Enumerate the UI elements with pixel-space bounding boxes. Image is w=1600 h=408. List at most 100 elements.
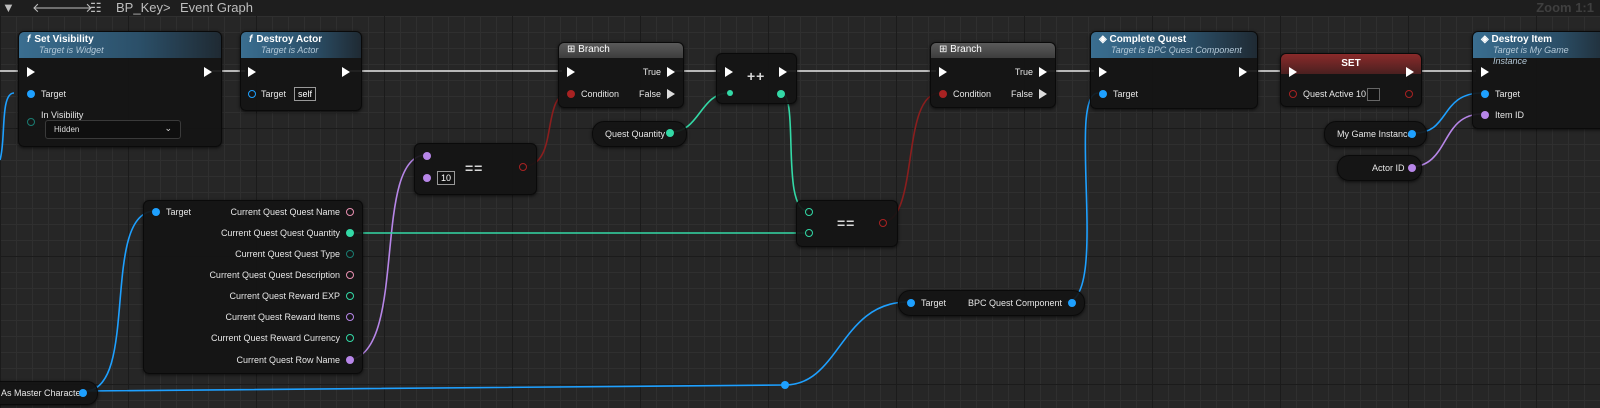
literal-field[interactable]: 10 — [437, 171, 456, 185]
destroy-item-node[interactable]: ◈ Destroy Item Target is My Game Instanc… — [1472, 31, 1600, 129]
branch-header: ⊞ Branch — [931, 43, 1055, 58]
target-pin[interactable] — [1099, 90, 1107, 98]
increment-to-equals-wire — [780, 92, 809, 212]
output-pin[interactable] — [346, 208, 354, 216]
menu-icon[interactable]: ▼ — [2, 0, 15, 15]
bpc-quest-component-getter[interactable]: Target BPC Quest Component — [898, 290, 1085, 316]
quest-active-in-pin[interactable] — [1289, 90, 1297, 98]
condition-pin[interactable] — [567, 90, 575, 98]
false-pin[interactable] — [667, 89, 675, 99]
in-visibility-pin[interactable] — [27, 118, 35, 126]
return-pin[interactable] — [879, 219, 887, 227]
branch-node-1[interactable]: ⊞ Branch True Condition False — [558, 42, 684, 108]
target-pin[interactable] — [152, 208, 160, 216]
master-character-pin[interactable] — [79, 389, 87, 397]
exec-in-pin[interactable] — [725, 67, 733, 77]
output-pin[interactable] — [346, 250, 354, 258]
node-title: SET — [1341, 58, 1361, 69]
set-quest-active-node[interactable]: SET Quest Active 10 — [1280, 53, 1422, 107]
output-label: Current Quest Reward Currency — [210, 333, 340, 343]
output-pin[interactable] — [346, 334, 354, 342]
exec-in-pin[interactable] — [1289, 67, 1297, 77]
equals-node-1[interactable]: 10 == — [414, 143, 537, 195]
target-wire-left — [0, 92, 15, 161]
exec-in-pin[interactable] — [1481, 67, 1489, 77]
value-in-pin[interactable] — [727, 90, 733, 96]
exec-out-pin[interactable] — [1406, 67, 1414, 77]
breadcrumb-blueprint[interactable]: BP_Key — [116, 0, 163, 15]
quest-quantity-pin[interactable] — [666, 129, 674, 137]
actor-id-pin[interactable] — [1408, 164, 1416, 172]
break-quest-node[interactable]: Target Current Quest Quest Name Current … — [143, 200, 363, 374]
branch-header: ⊞ Branch — [559, 43, 683, 58]
exec-out-pin[interactable] — [342, 67, 350, 77]
node-title: Destroy Item — [1491, 34, 1553, 45]
exec-in-pin[interactable] — [1099, 67, 1107, 77]
exec-out-pin[interactable] — [779, 67, 787, 77]
node-title: Complete Quest — [1109, 34, 1187, 45]
quest-active-out-pin[interactable] — [1405, 90, 1413, 98]
return-pin[interactable] — [519, 163, 527, 171]
node-title: Destroy Actor — [256, 34, 323, 45]
target-self-field[interactable]: self — [294, 87, 317, 101]
output-label: Current Quest Reward EXP — [229, 291, 340, 301]
component-pin[interactable] — [1068, 299, 1076, 307]
node-subtitle: Target is My Game Instance — [1493, 45, 1569, 66]
target-pin[interactable] — [27, 90, 35, 98]
b-pin[interactable] — [423, 174, 431, 182]
equals-symbol: == — [465, 160, 484, 176]
condition-pin[interactable] — [939, 90, 947, 98]
target-pin[interactable] — [907, 299, 915, 307]
item-id-pin[interactable] — [1481, 111, 1489, 119]
target-pin[interactable] — [1481, 90, 1489, 98]
graph-toolbar: ▼ 🡐 🡒 ☷ BP_Key > Event Graph Zoom 1:1 — [0, 0, 1600, 16]
output-pin[interactable] — [346, 313, 354, 321]
output-pin[interactable] — [346, 356, 354, 364]
branch-node-2[interactable]: ⊞ Branch True Condition False — [930, 42, 1056, 108]
breadcrumb-graph[interactable]: Event Graph — [180, 0, 253, 15]
my-game-instance-pin[interactable] — [1408, 130, 1416, 138]
exec-in-pin[interactable] — [27, 67, 35, 77]
actor-id-label: Actor ID — [1372, 163, 1405, 173]
set-visibility-node[interactable]: f Set Visibility Target is Widget Target … — [18, 31, 222, 147]
actor-id-getter[interactable]: Actor ID — [1337, 155, 1422, 181]
target-pin[interactable] — [248, 90, 256, 98]
output-pin[interactable] — [346, 271, 354, 279]
equals-symbol: == — [837, 215, 856, 231]
node-subtitle: Target is Widget — [39, 45, 104, 55]
b-pin[interactable] — [805, 229, 813, 237]
blueprint-hierarchy-icon[interactable]: ☷ — [90, 0, 102, 15]
true-pin[interactable] — [1039, 67, 1047, 77]
quest-active-checkbox[interactable] — [1367, 88, 1380, 101]
true-pin[interactable] — [667, 67, 675, 77]
visibility-dropdown[interactable]: Hidden ⌄ — [45, 120, 181, 139]
exec-out-pin[interactable] — [204, 67, 212, 77]
false-pin[interactable] — [1039, 89, 1047, 99]
breadcrumb-separator: > — [163, 0, 171, 15]
a-pin[interactable] — [805, 208, 813, 216]
function-icon: f — [249, 34, 253, 45]
equals-node-2[interactable]: == — [796, 200, 898, 247]
function-icon: f — [27, 34, 31, 45]
exec-out-pin[interactable] — [1239, 67, 1247, 77]
reroute-node[interactable] — [781, 381, 789, 389]
forward-arrow-icon[interactable]: 🡒 — [58, 0, 93, 15]
output-pin[interactable] — [346, 229, 354, 237]
exec-in-pin[interactable] — [939, 67, 947, 77]
my-game-instance-getter[interactable]: My Game Instance — [1324, 121, 1427, 147]
master-character-getter[interactable]: As Master Character — [0, 381, 98, 405]
zoom-level: Zoom 1:1 — [1536, 0, 1594, 15]
complete-quest-node[interactable]: ◈ Complete Quest Target is BPC Quest Com… — [1090, 31, 1258, 109]
destroy-actor-header: f Destroy Actor Target is Actor — [241, 32, 361, 58]
increment-node[interactable]: ++ — [716, 53, 797, 104]
exec-in-pin[interactable] — [248, 67, 256, 77]
value-out-pin[interactable] — [777, 90, 785, 98]
quest-quantity-getter[interactable]: Quest Quantity — [592, 121, 687, 147]
target-label: Target — [166, 207, 192, 217]
exec-in-pin[interactable] — [567, 67, 575, 77]
branch-icon: ⊞ — [939, 44, 951, 55]
a-pin[interactable] — [423, 152, 431, 160]
target-label: Target — [41, 89, 67, 99]
output-pin[interactable] — [346, 292, 354, 300]
destroy-actor-node[interactable]: f Destroy Actor Target is Actor Target se… — [240, 31, 362, 111]
